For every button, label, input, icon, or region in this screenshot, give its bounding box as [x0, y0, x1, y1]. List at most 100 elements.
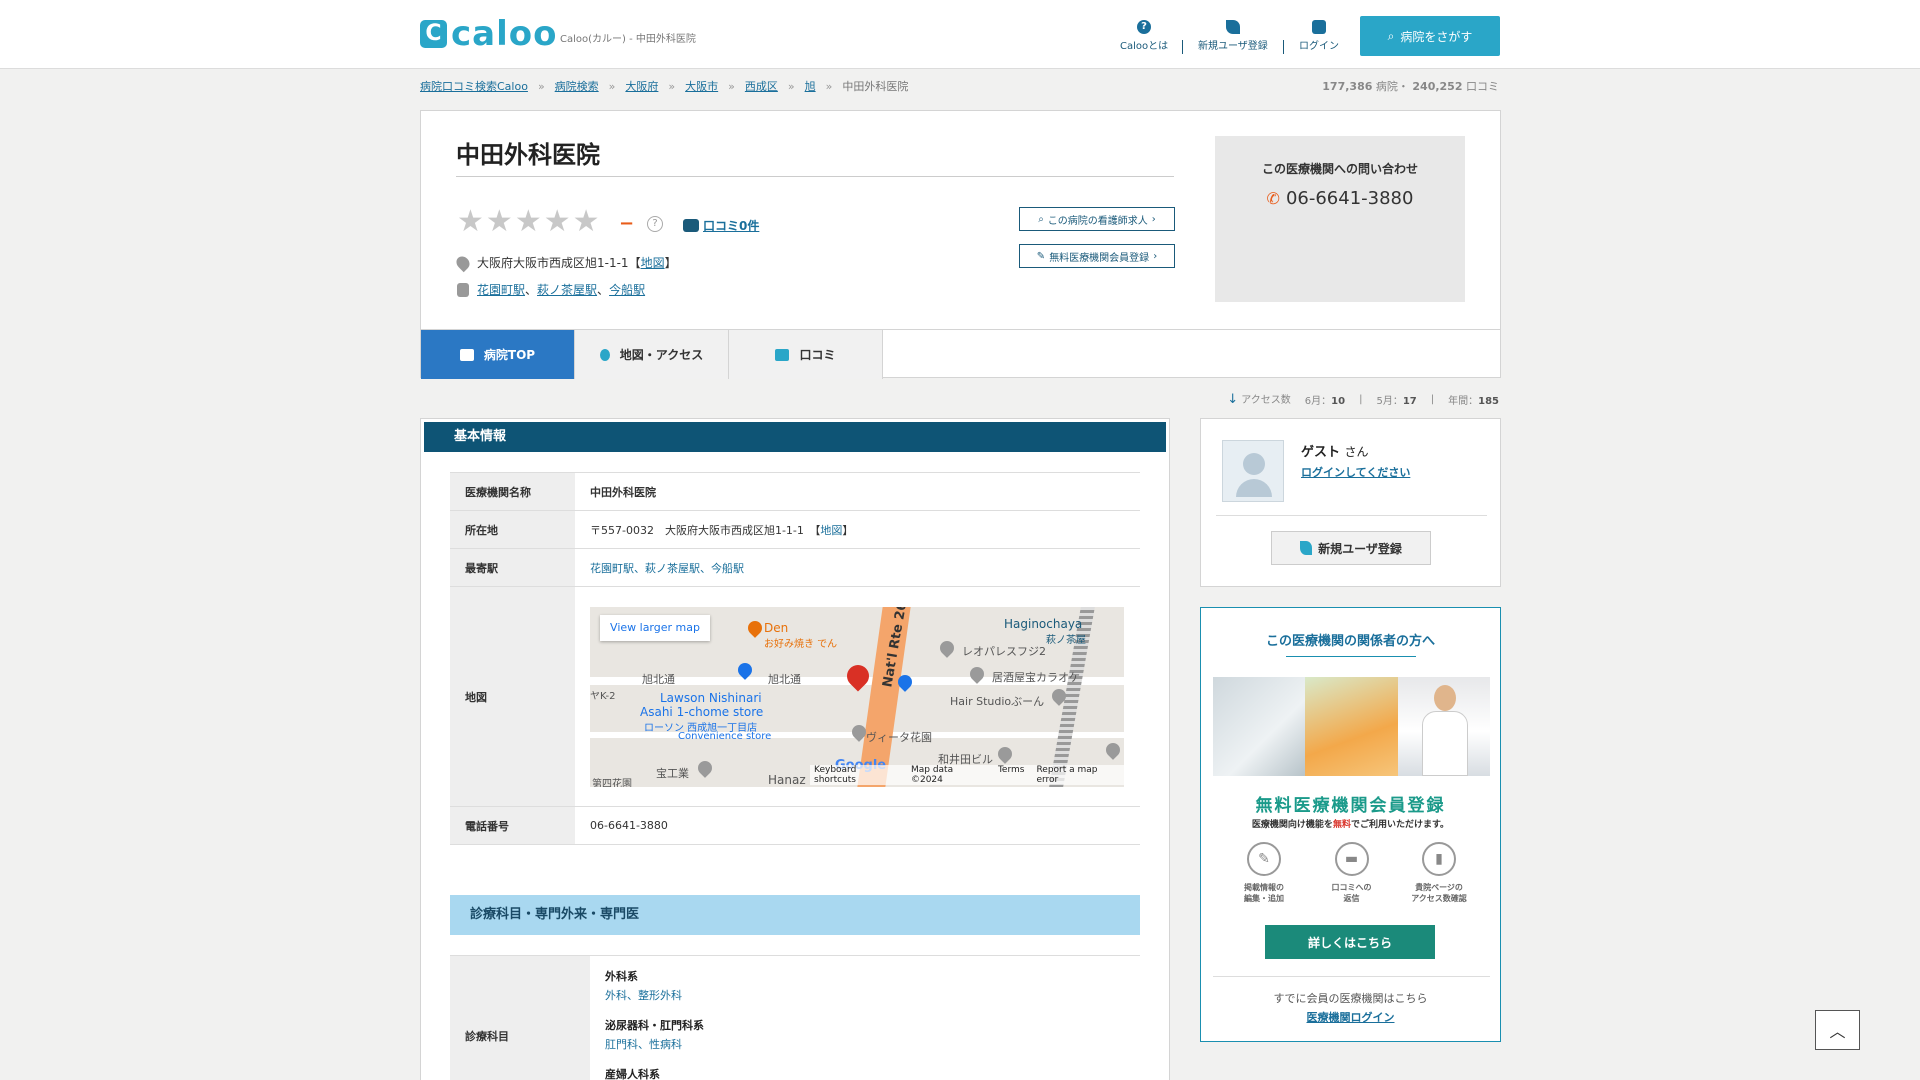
nurse-jobs-button[interactable]: ⌕ この病院の看護師求人 ›: [1019, 207, 1175, 231]
hospital-count: 177,386: [1322, 80, 1373, 93]
table-row: 医療機関名称 中田外科医院: [450, 472, 1140, 511]
facility-login-link-text[interactable]: 医療機関ログイン: [1307, 1011, 1395, 1024]
divider: [1216, 515, 1487, 516]
lock-icon: [1312, 20, 1326, 34]
breadcrumb-current: 中田外科医院: [842, 80, 909, 93]
basic-info-header: 基本情報: [424, 422, 1166, 452]
feature-item: ✎ 掲載情報の 編集・追加: [1229, 842, 1299, 904]
nav-about[interactable]: ? Calooとは: [1120, 20, 1168, 52]
map-pin-icon: [695, 757, 715, 778]
title-divider: [456, 176, 1174, 177]
view-larger-map-button[interactable]: View larger map: [600, 614, 710, 641]
scroll-to-top-button[interactable]: ︿: [1815, 1010, 1860, 1050]
access-stats: ↓ アクセス数 6月：10 | 5月：17 | 年間：185: [1227, 391, 1499, 407]
breadcrumb-separator: »: [787, 79, 795, 93]
map-footer-link[interactable]: Report a map error: [1036, 765, 1120, 785]
station-line: 花園町駅、萩ノ茶屋駅、今船駅: [457, 281, 645, 298]
promo-image: [1213, 677, 1490, 776]
breadcrumb-separator: »: [668, 79, 676, 93]
login-link[interactable]: ログインしてください: [1301, 464, 1410, 480]
nav-login[interactable]: ログイン: [1299, 20, 1339, 52]
station-links[interactable]: 花園町駅、萩ノ茶屋駅、今船駅: [575, 548, 1140, 587]
search-icon: ⌕: [1387, 28, 1395, 43]
feature-item: ▬ 口コミへの 返信: [1317, 842, 1387, 904]
map-footer-link[interactable]: Terms: [998, 765, 1025, 785]
tab-hospital-top[interactable]: 病院TOP: [421, 330, 575, 379]
breadcrumb-item[interactable]: 病院口コミ検索Caloo: [420, 78, 528, 94]
map-label: Convenience store: [678, 730, 772, 742]
nav-divider: [1182, 40, 1183, 54]
breadcrumb-item[interactable]: 西成区: [745, 78, 778, 94]
nav-about-label: Calooとは: [1120, 41, 1169, 52]
review-count-unit: 口コミ: [1466, 80, 1499, 93]
facility-register-label: 無料医療機関会員登録: [1049, 252, 1150, 264]
row-value: 中田外科医院: [575, 472, 1140, 511]
nav-register[interactable]: 新規ユーザ登録: [1198, 20, 1268, 52]
facility-register-button[interactable]: ✎ 無料医療機関会員登録 ›: [1019, 244, 1175, 268]
breadcrumb-separator: »: [537, 79, 545, 93]
promo-details-button[interactable]: 詳しくはこちら: [1265, 925, 1435, 959]
access-may-label: 5月：: [1376, 395, 1403, 407]
breadcrumb-item[interactable]: 旭: [805, 78, 816, 94]
station-link[interactable]: 花園町駅: [477, 283, 525, 297]
contact-phone[interactable]: ✆ 06-6641-3880: [1215, 188, 1465, 209]
breadcrumb-item[interactable]: 大阪市: [685, 78, 718, 94]
pencil-icon: ✎: [1036, 250, 1046, 262]
station-link[interactable]: 萩ノ茶屋駅: [537, 283, 597, 297]
breadcrumb-separator: »: [728, 79, 735, 93]
chat-icon: ▬: [1334, 842, 1369, 876]
breadcrumb-item[interactable]: 大阪府: [625, 78, 658, 94]
user-card: ゲスト さん ログインしてください 新規ユーザ登録: [1200, 418, 1501, 587]
doctor-head: [1433, 685, 1456, 711]
tab-map-access[interactable]: 地図・アクセス: [575, 330, 729, 379]
map-label: 第四花園: [592, 778, 632, 787]
facility-login-link[interactable]: 医療機関ログイン: [1201, 1009, 1500, 1025]
location-pin-icon: [599, 348, 610, 361]
tab-label: 病院TOP: [483, 348, 536, 362]
caloo-logo[interactable]: C caloo: [420, 17, 557, 51]
site-header: C caloo Caloo(カルー) - 中田外科医院 ? Calooとは 新規…: [0, 0, 1920, 69]
address-line: 大阪府大阪市西成区旭1-1-1【地図】: [453, 253, 677, 272]
department-items[interactable]: 外科、整形外科: [605, 987, 704, 1003]
map-label: Haginochaya: [1004, 616, 1083, 631]
map-footer: Keyboard shortcuts Map data ©2024 Terms …: [810, 764, 1124, 785]
tab-reviews[interactable]: 口コミ: [729, 330, 883, 379]
avatar: [1222, 440, 1284, 502]
promo-title-underline: [1286, 656, 1416, 657]
feature-line: 編集・追加: [1244, 894, 1284, 903]
nav-divider: [1283, 40, 1284, 54]
row-label: 所在地: [450, 510, 575, 549]
breadcrumb-item[interactable]: 病院検索: [555, 78, 599, 94]
station-link[interactable]: 今船駅: [609, 283, 645, 297]
feature-item: ▮ 貴院ページの アクセス数確認: [1404, 842, 1474, 904]
review-count-link[interactable]: 口コミ0件: [683, 217, 759, 234]
tab-label: 口コミ: [799, 348, 836, 362]
address-map-link[interactable]: 地図: [641, 256, 665, 270]
address-map-link[interactable]: 地図: [820, 524, 842, 537]
feature-line: 貴院ページの: [1415, 883, 1463, 892]
review-count-label: 口コミ0件: [703, 219, 760, 233]
logo-mark: C: [420, 20, 447, 48]
feature-line: 口コミへの: [1331, 883, 1372, 892]
review-count: 240,252: [1412, 80, 1463, 93]
nurse-jobs-label: この病院の看護師求人: [1047, 215, 1148, 227]
department-group-name: 泌尿器科・肛門科系: [605, 1019, 704, 1032]
map-footer-link[interactable]: Keyboard shortcuts: [814, 765, 899, 785]
breadcrumb-separator: »: [608, 79, 616, 93]
chevron-up-icon: ︿: [1829, 1022, 1846, 1041]
map-label: Hair Studioぶーん: [950, 694, 1045, 708]
restaurant-icon: [745, 617, 765, 638]
department-items[interactable]: 肛門科、性病科: [605, 1036, 704, 1052]
star-icon: ★: [543, 204, 571, 239]
user-register-button[interactable]: 新規ユーザ登録: [1271, 531, 1431, 565]
rating-help-icon[interactable]: ?: [647, 216, 663, 232]
address-text: 大阪府大阪市西成区旭1-1-1【: [477, 256, 641, 270]
map-label: Asahi 1-chome store: [640, 704, 764, 719]
embedded-map[interactable]: Den お好み焼き でん Haginochaya 萩ノ茶屋 レオパレスフジ2 旭…: [590, 606, 1124, 787]
doctor-coat: [1421, 711, 1468, 776]
access-may-value: 17: [1402, 395, 1417, 407]
departments-header: 診療科目・専門外来・専門医: [450, 895, 1140, 935]
department-group-name: 外科系: [605, 970, 638, 983]
access-june-value: 10: [1331, 395, 1346, 407]
search-hospital-button[interactable]: ⌕ 病院をさがす: [1360, 16, 1500, 56]
